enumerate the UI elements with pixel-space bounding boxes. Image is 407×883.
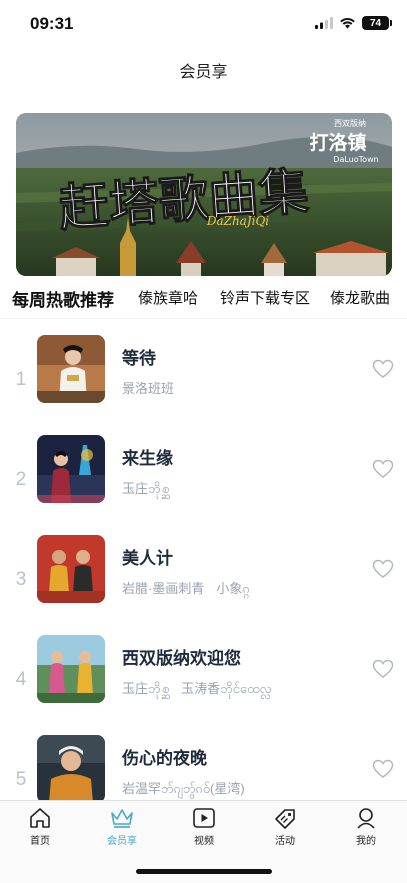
song-rank: 2 [15, 469, 27, 490]
song-artists: 玉庄ဘိုစ္ဆ [122, 478, 169, 500]
song-row[interactable]: 2 来生缘 玉庄ဘိုစ္ဆ [0, 432, 407, 532]
banner-image: 赶塔歌曲集 DaZhaJiQi 西双版纳 打洛镇 DaLuoTown [16, 113, 392, 276]
tab-dai-zhangha[interactable]: 傣族章哈 [138, 287, 198, 308]
tab-home[interactable]: 首页 [10, 807, 70, 847]
song-row[interactable]: 3 美人计 岩腊·墨画刺青 小象ၵ္ဂ [0, 532, 407, 632]
song-rank: 4 [15, 669, 27, 690]
status-time: 09:31 [30, 14, 74, 33]
cover-image [37, 335, 105, 403]
song-artist[interactable]: 景洛班班 [122, 381, 174, 396]
song-artist[interactable]: 岩腊·墨画刺青 [122, 581, 204, 596]
tab-label: 我的 [356, 836, 376, 847]
heart-icon[interactable] [372, 559, 394, 579]
tab-label: 会员享 [107, 836, 137, 847]
song-title: 伤心的夜晚 [122, 749, 207, 768]
banner-brand-top: 西双版纳 [334, 118, 366, 128]
banner-subtitle: DaZhaJiQi [206, 214, 269, 228]
status-icons: 74 [315, 16, 392, 30]
song-title: 等待 [122, 349, 156, 368]
tabs-divider [0, 318, 407, 319]
song-artist[interactable]: 岩温罕ဘ်ၵျဘွ်ၵဝ်(星湾) [122, 781, 245, 796]
tab-weekly-hot[interactable]: 每周热歌推荐 [12, 286, 114, 311]
song-artists: 玉庄ဘိုစ္ဆ 玉涛香ဘိုင်ထေလ္လ [122, 678, 272, 700]
song-row[interactable]: 4 西双版纳欢迎您 玉庄ဘိုစ္ဆ 玉涛香ဘိုင်ထေလ္လ [0, 632, 407, 732]
tab-mine[interactable]: 我的 [336, 807, 396, 847]
cover-image [37, 435, 105, 503]
cellular-signal-icon [315, 17, 333, 29]
song-row[interactable]: 1 等待 景洛班班 [0, 332, 407, 432]
tab-video[interactable]: 视频 [174, 807, 234, 847]
tab-ringtone-download[interactable]: 铃声下载专区 [220, 287, 310, 308]
song-artist[interactable]: 小象ၵ္ဂ [216, 581, 249, 596]
tab-label: 视频 [194, 836, 214, 847]
cover-image [37, 535, 105, 603]
banner[interactable]: 赶塔歌曲集 DaZhaJiQi 西双版纳 打洛镇 DaLuoTown [16, 113, 392, 276]
profile-icon [357, 808, 375, 829]
song-artist[interactable]: 玉庄ဘိုစ္ဆ [122, 681, 169, 696]
tab-dailong-songs[interactable]: 傣龙歌曲 [330, 287, 390, 308]
crown-icon [111, 809, 133, 828]
battery-indicator: 74 [362, 16, 392, 30]
song-artist[interactable]: 玉涛香ဘိုင်ထေလ္လ [181, 681, 272, 696]
song-rank: 1 [15, 369, 27, 390]
wifi-icon [340, 18, 355, 29]
song-artists: 岩温罕ဘ်ၵျဘွ်ၵဝ်(星湾) [122, 778, 245, 800]
heart-icon[interactable] [372, 659, 394, 679]
category-tabs: 每周热歌推荐 傣族章哈 铃声下载专区 傣龙歌曲 [0, 283, 407, 317]
song-artists: 景洛班班 [122, 378, 174, 397]
song-cover [37, 635, 105, 703]
song-rank: 3 [15, 569, 27, 590]
song-cover [37, 435, 105, 503]
song-cover [37, 335, 105, 403]
cover-image [37, 635, 105, 703]
heart-icon[interactable] [372, 359, 394, 379]
tab-member[interactable]: 会员享 [92, 807, 152, 847]
banner-brand-main: 打洛镇 [309, 131, 366, 154]
song-artist[interactable]: 玉庄ဘိုစ္ဆ [122, 481, 169, 496]
video-play-icon [193, 808, 215, 828]
status-bar: 09:31 74 [0, 0, 407, 48]
heart-icon[interactable] [372, 459, 394, 479]
cover-image [37, 735, 105, 800]
tab-label: 首页 [30, 836, 50, 847]
song-cover [37, 735, 105, 800]
tab-activity[interactable]: 活动 [255, 807, 315, 847]
battery-level: 74 [369, 17, 382, 29]
song-title: 来生缘 [122, 449, 173, 468]
home-icon [30, 808, 50, 828]
song-title: 西双版纳欢迎您 [122, 649, 241, 668]
song-row[interactable]: 5 伤心的夜晚 岩温罕ဘ်ၵျဘွ်ၵဝ်(星湾) [0, 732, 407, 800]
home-indicator [136, 869, 272, 874]
heart-icon[interactable] [372, 759, 394, 779]
song-cover [37, 535, 105, 603]
tab-label: 活动 [275, 836, 295, 847]
banner-brand-en: DaLuoTown [333, 155, 378, 164]
song-title: 美人计 [122, 549, 173, 568]
song-artists: 岩腊·墨画刺青 小象ၵ္ဂ [122, 578, 250, 600]
song-list: 1 等待 景洛班班 2 来生缘 玉庄ဘိုစ္ဆ 3 美人计 岩腊·墨画刺青 小… [0, 320, 407, 800]
page-title: 会员享 [179, 64, 228, 81]
song-rank: 5 [15, 769, 27, 790]
tag-icon [275, 809, 295, 829]
